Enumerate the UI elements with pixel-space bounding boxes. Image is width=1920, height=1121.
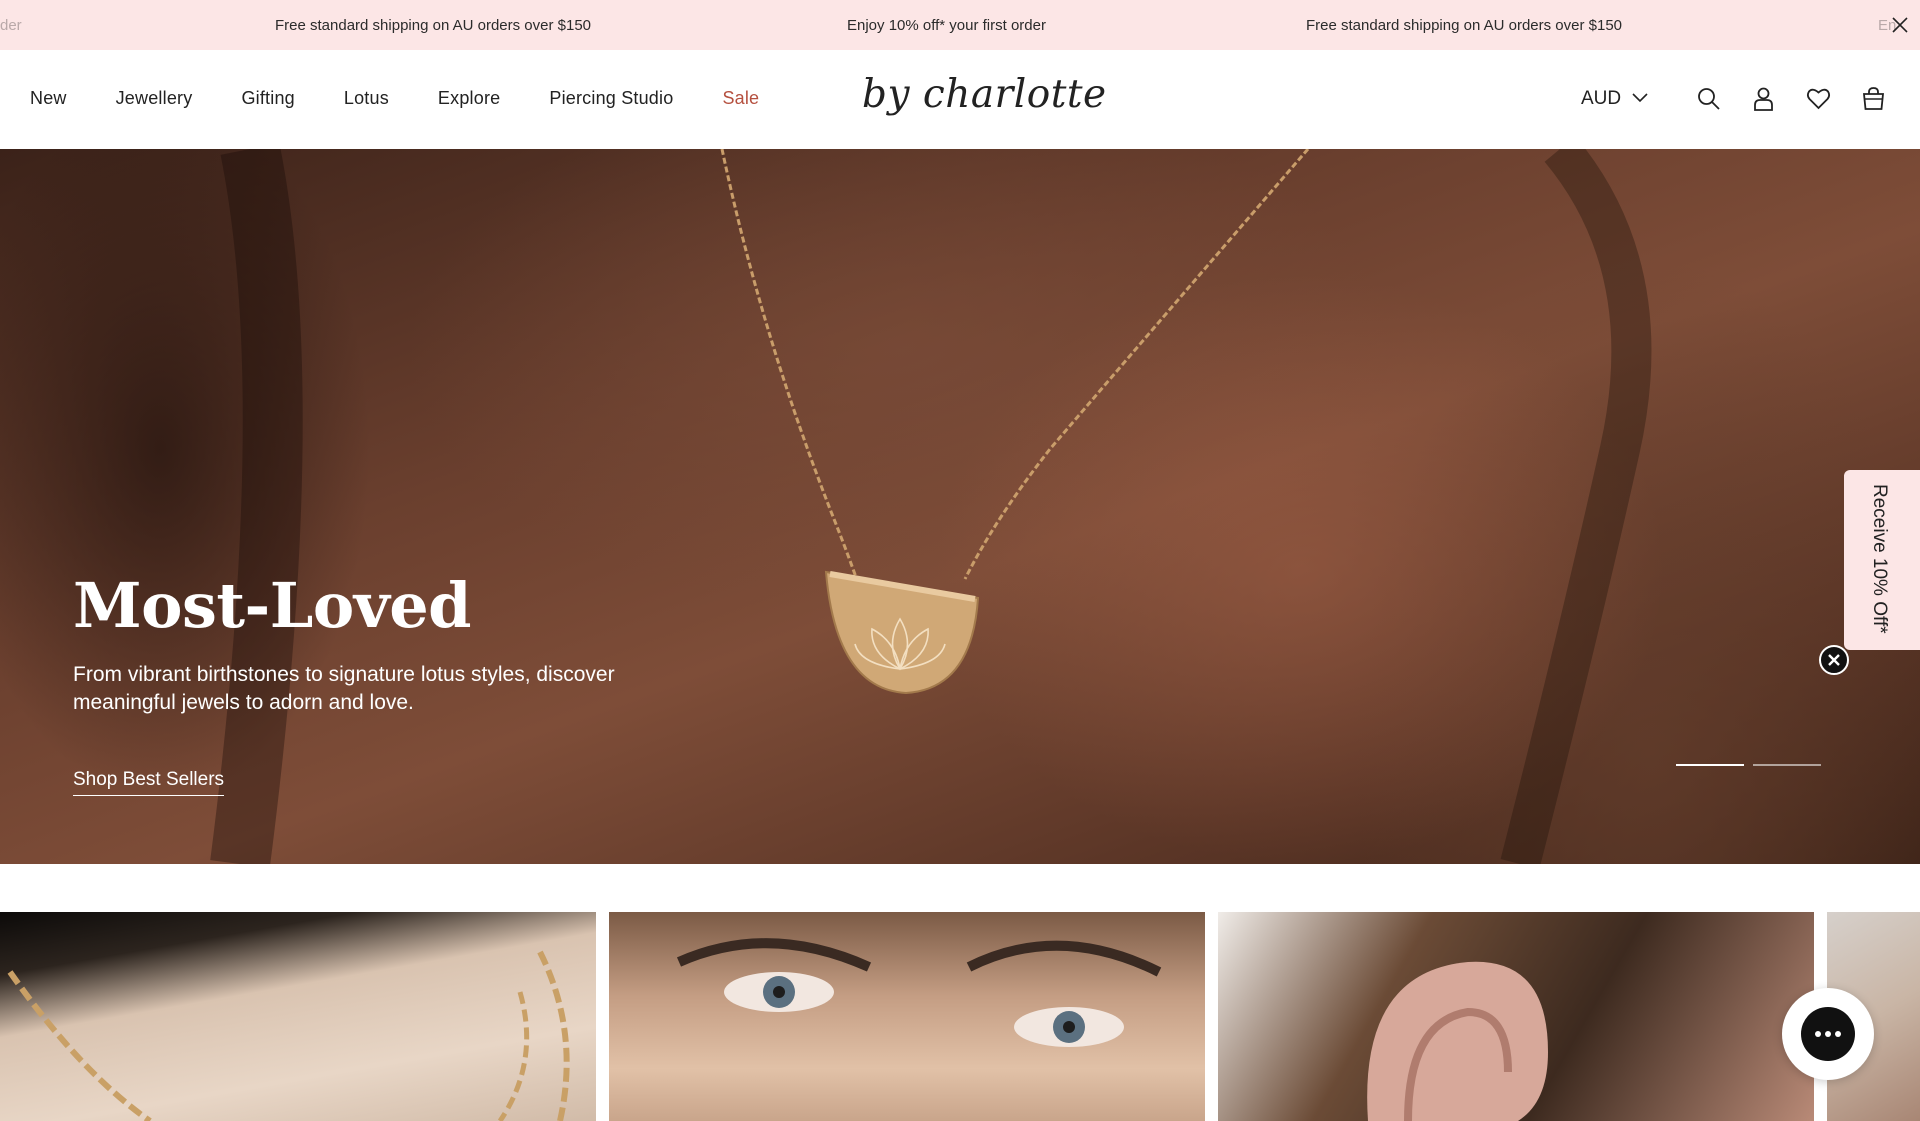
- promo-tab-label: Receive 10% Off*: [1869, 484, 1890, 634]
- category-tile-earrings-image[interactable]: [1218, 912, 1814, 1121]
- nav-item-jewellery[interactable]: Jewellery: [116, 88, 193, 109]
- site-header: New Jewellery Gifting Lotus Explore Pier…: [0, 50, 1920, 149]
- announcement-message: der: [0, 17, 22, 34]
- slide-indicator-2[interactable]: [1753, 764, 1821, 766]
- hero-title: Most-Loved: [73, 569, 472, 642]
- category-tiles: [0, 912, 1920, 1121]
- wishlist-heart-icon[interactable]: [1806, 86, 1831, 111]
- promo-close-button[interactable]: [1819, 645, 1849, 675]
- currency-selector[interactable]: AUD: [1581, 88, 1649, 110]
- account-icon[interactable]: [1751, 86, 1776, 111]
- promo-side-tab[interactable]: Receive 10% Off*: [1844, 470, 1920, 650]
- nav-item-explore[interactable]: Explore: [438, 88, 500, 109]
- search-icon[interactable]: [1696, 86, 1721, 111]
- category-tile-face-image[interactable]: [609, 912, 1205, 1121]
- close-icon: [1828, 654, 1840, 666]
- header-icons: [1696, 86, 1886, 111]
- close-icon[interactable]: [1888, 13, 1912, 37]
- announcement-message: Free standard shipping on AU orders over…: [275, 17, 592, 34]
- nav-item-new[interactable]: New: [30, 88, 67, 109]
- slide-indicators: [1676, 764, 1821, 766]
- hero-subtitle: From vibrant birthstones to signature lo…: [73, 663, 615, 714]
- announcement-bar: der Free standard shipping on AU orders …: [0, 0, 1920, 50]
- chat-bubble-icon: [1801, 1007, 1855, 1061]
- hero-necklace-image: [210, 149, 1652, 864]
- slide-indicator-1[interactable]: [1676, 764, 1744, 766]
- main-nav: New Jewellery Gifting Lotus Explore Pier…: [30, 88, 808, 109]
- cart-bag-icon[interactable]: [1861, 86, 1886, 111]
- nav-item-sale[interactable]: Sale: [722, 88, 759, 109]
- chevron-down-icon: [1631, 88, 1649, 110]
- announcement-message: Enjoy 10% off* your first order: [847, 17, 1046, 34]
- category-tile-necklaces-image[interactable]: [0, 912, 596, 1121]
- nav-item-lotus[interactable]: Lotus: [344, 88, 389, 109]
- currency-label: AUD: [1581, 88, 1622, 109]
- chat-button[interactable]: [1782, 988, 1874, 1080]
- announcement-message: Free standard shipping on AU orders over…: [1306, 17, 1623, 34]
- shop-best-sellers-link[interactable]: Shop Best Sellers: [73, 769, 225, 796]
- nav-item-gifting[interactable]: Gifting: [241, 88, 294, 109]
- brand-logo[interactable]: by charlotte: [862, 72, 1107, 117]
- nav-item-piercing-studio[interactable]: Piercing Studio: [549, 88, 673, 109]
- hero-banner: Most-Loved From vibrant birthstones to s…: [0, 149, 1920, 864]
